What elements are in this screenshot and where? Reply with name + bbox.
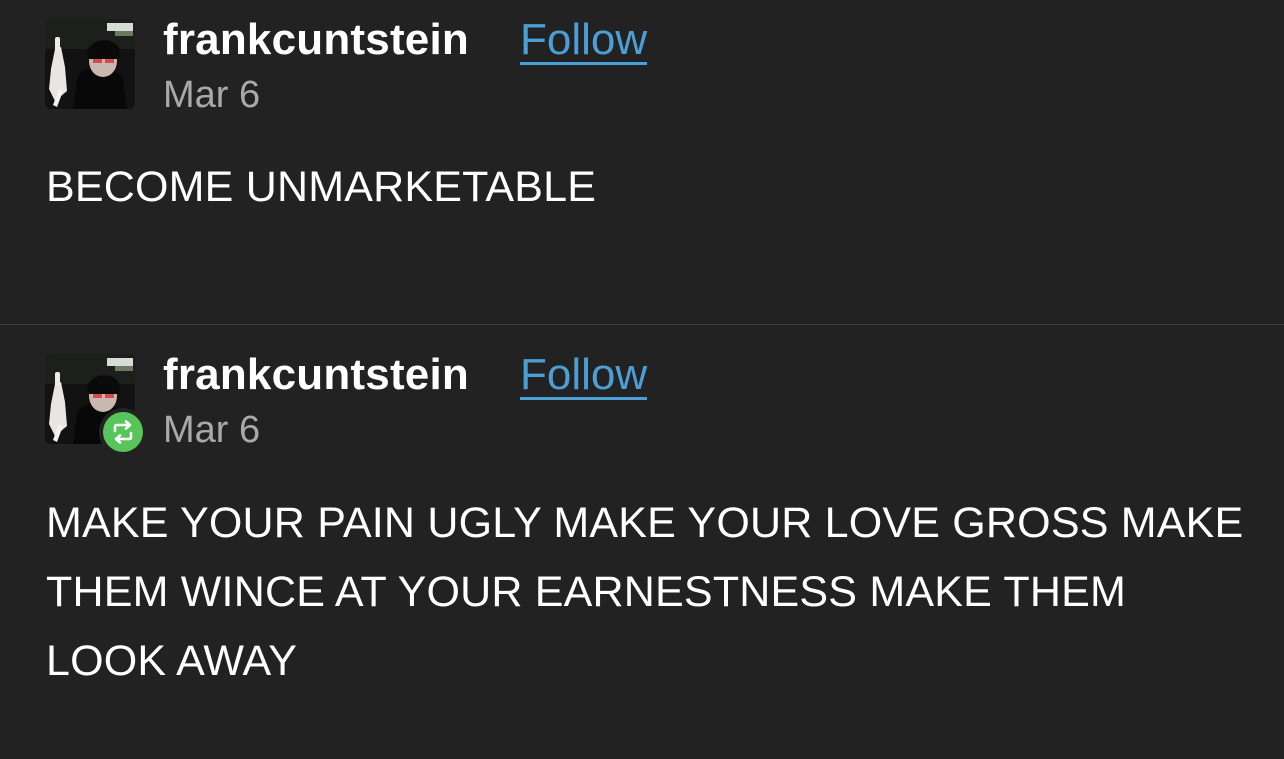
reblog-badge xyxy=(99,408,147,456)
post-body: MAKE YOUR PAIN UGLY MAKE YOUR LOVE GROSS… xyxy=(46,499,1244,685)
follow-button[interactable]: Follow xyxy=(520,353,648,400)
post-card: frankcuntstein Follow Mar 6 BECOME UNMAR… xyxy=(0,0,1284,325)
avatar-photo xyxy=(45,19,135,109)
post-card: frankcuntstein Follow Mar 6 MAKE YOUR PA… xyxy=(0,325,1284,759)
username[interactable]: frankcuntstein xyxy=(163,18,469,62)
post-body: BECOME UNMARKETABLE xyxy=(46,163,597,211)
avatar[interactable] xyxy=(45,19,135,109)
reblog-icon xyxy=(113,420,133,444)
post-date[interactable]: Mar 6 xyxy=(163,76,260,114)
post-date[interactable]: Mar 6 xyxy=(163,411,260,449)
follow-button[interactable]: Follow xyxy=(520,18,648,65)
post-feed: frankcuntstein Follow Mar 6 BECOME UNMAR… xyxy=(0,0,1284,759)
username[interactable]: frankcuntstein xyxy=(163,353,469,397)
